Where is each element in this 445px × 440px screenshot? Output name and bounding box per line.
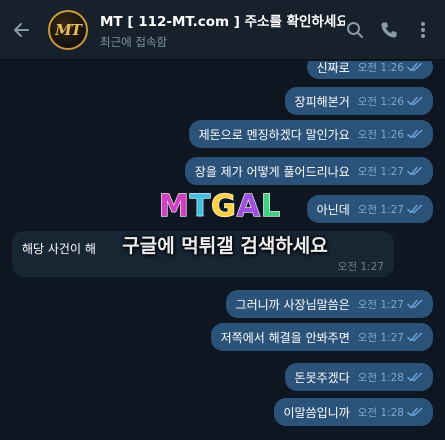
- message-text: 저쪽에서 해결을 안봐주면: [220, 330, 350, 345]
- double-check-icon: [407, 407, 423, 417]
- call-button[interactable]: [379, 20, 399, 40]
- arrow-left-icon: [14, 22, 29, 37]
- message-text: 그러니까 사장님말씀은: [235, 297, 350, 312]
- chat-status: 최근에 접속함: [100, 34, 168, 49]
- message-time: 오전 1:27: [357, 298, 404, 311]
- message-bubble[interactable]: 장피해본거 오전 1:26: [284, 87, 433, 115]
- svg-text:MTGAL: MTGAL: [159, 189, 281, 224]
- message-text: 이말씀입니까: [283, 405, 350, 420]
- message-text: 해당 사건이 해: [22, 242, 96, 256]
- menu-button[interactable]: [413, 20, 433, 40]
- message-text: 아닌데: [316, 202, 350, 217]
- message-list[interactable]: 신짜로 오전 1:26 장피해본거 오전 1:26 제돈으로 멘징하겠다 말인가…: [0, 61, 445, 440]
- message-bubble[interactable]: 제돈으로 멘징하겠다 말인가요 오전 1:26: [188, 120, 433, 148]
- double-check-icon: [407, 62, 423, 72]
- message-text: 장피해본거: [294, 94, 350, 109]
- double-check-icon: [407, 204, 423, 214]
- chat-title-block[interactable]: MT [ 112-MT.com ] 주소를 확인하세요 최근에 접속함: [100, 10, 345, 50]
- message-bubble[interactable]: 아닌데 오전 1:27: [306, 195, 433, 223]
- message-bubble[interactable]: 신짜로 오전 1:26: [306, 61, 433, 79]
- message-text: 장을 제가 어떻게 풀어드리나요: [194, 164, 350, 179]
- watermark-logo: MTGAL: [145, 186, 295, 226]
- message-time: 오전 1:26: [357, 95, 404, 108]
- message-bubble[interactable]: 돈못주겠다 오전 1:28: [284, 363, 433, 391]
- message-bubble[interactable]: 장을 제가 어떻게 풀어드리나요 오전 1:27: [184, 157, 433, 185]
- double-check-icon: [407, 372, 423, 382]
- double-check-icon: [407, 166, 423, 176]
- message-time: 오전 1:26: [357, 61, 404, 74]
- double-check-icon: [407, 332, 423, 342]
- message-time: 오전 1:27: [357, 331, 404, 344]
- message-time: 오전 1:27: [337, 261, 384, 273]
- message-time: 오전 1:27: [357, 203, 404, 216]
- double-check-icon: [407, 299, 423, 309]
- message-bubble-incoming[interactable]: 해당 사건이 해 오전 1:27: [12, 231, 394, 277]
- message-bubble[interactable]: 저쪽에서 해결을 안봐주면 오전 1:27: [210, 323, 433, 351]
- double-check-icon: [407, 96, 423, 106]
- message-time: 오전 1:26: [357, 128, 404, 141]
- avatar[interactable]: MT: [48, 9, 88, 50]
- message-bubble[interactable]: 이말씀입니까 오전 1:28: [273, 398, 433, 426]
- double-check-icon: [407, 129, 423, 139]
- message-time: 오전 1:28: [357, 406, 404, 419]
- chat-header: MT MT [ 112-MT.com ] 주소를 확인하세요 최근에 접속함: [0, 0, 445, 60]
- search-icon: [347, 21, 363, 38]
- back-button[interactable]: [0, 0, 44, 60]
- message-time: 오전 1:28: [357, 371, 404, 384]
- message-text: 제돈으로 멘징하겠다 말인가요: [198, 127, 350, 142]
- message-text: 신짜로: [316, 61, 350, 75]
- message-time: 오전 1:27: [357, 165, 404, 178]
- more-vertical-icon: [421, 21, 425, 38]
- message-text: 돈못주겠다: [294, 370, 350, 385]
- avatar-logo: MT: [55, 20, 82, 39]
- message-bubble[interactable]: 그러니까 사장님말씀은 오전 1:27: [225, 290, 433, 318]
- phone-icon: [381, 22, 397, 37]
- chat-title: MT [ 112-MT.com ] 주소를 확인하세요: [100, 13, 345, 30]
- search-button[interactable]: [345, 20, 365, 40]
